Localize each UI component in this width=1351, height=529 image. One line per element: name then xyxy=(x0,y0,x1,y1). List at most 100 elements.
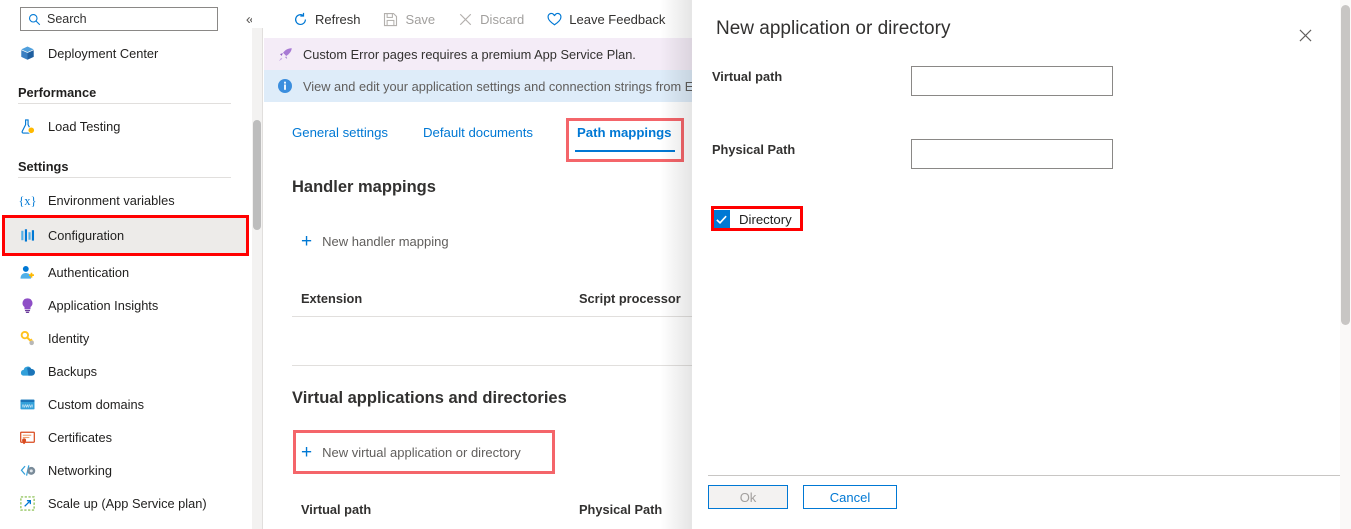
cancel-button[interactable]: Cancel xyxy=(803,485,897,509)
new-virtual-application-button[interactable]: + New virtual application or directory xyxy=(301,443,521,462)
save-icon xyxy=(383,11,399,27)
search-box[interactable]: Search xyxy=(20,7,218,31)
sidebar-item-label: Application Insights xyxy=(48,298,158,313)
sidebar-item-label: Load Testing xyxy=(48,119,120,134)
sidebar-header-performance: Performance xyxy=(18,85,96,100)
networking-icon xyxy=(18,461,36,479)
search-icon xyxy=(28,13,41,26)
authentication-icon xyxy=(18,263,36,281)
handler-mappings-title: Handler mappings xyxy=(292,178,436,197)
discard-icon xyxy=(457,11,473,27)
sidebar-item-deployment-center[interactable]: Deployment Center xyxy=(2,38,249,68)
column-header-extension: Extension xyxy=(301,291,362,306)
virtual-path-input[interactable] xyxy=(911,66,1113,96)
leave-feedback-button[interactable]: Leave Feedback xyxy=(546,0,665,38)
identity-icon xyxy=(18,329,36,347)
tab-general-settings[interactable]: General settings xyxy=(292,116,388,148)
save-label: Save xyxy=(406,12,436,27)
physical-path-input[interactable] xyxy=(911,139,1113,169)
virtual-apps-title: Virtual applications and directories xyxy=(292,389,567,408)
directory-checkbox-label: Directory xyxy=(739,212,792,227)
virtual-path-label: Virtual path xyxy=(712,69,782,84)
scale-up-icon xyxy=(18,494,36,512)
new-handler-mapping-label: New handler mapping xyxy=(322,234,448,249)
collapse-sidebar-icon[interactable]: « xyxy=(240,10,252,30)
column-header-virtual-path: Virtual path xyxy=(301,502,371,517)
sidebar-item-label: Certificates xyxy=(48,430,112,445)
sidebar-item-label: Identity xyxy=(48,331,89,346)
tab-default-documents[interactable]: Default documents xyxy=(423,116,533,148)
info-banner-text: View and edit your application settings … xyxy=(303,79,707,94)
left-sidebar: Search « Deployment Center Performance xyxy=(0,0,252,529)
sidebar-divider xyxy=(18,177,231,178)
column-header-physical-path: Physical Path xyxy=(579,502,662,517)
new-virtual-application-label: New virtual application or directory xyxy=(322,445,521,460)
sidebar-item-backups[interactable]: Backups xyxy=(2,356,249,386)
info-icon xyxy=(276,77,294,95)
leave-feedback-label: Leave Feedback xyxy=(569,12,665,27)
refresh-button[interactable]: Refresh xyxy=(292,0,361,38)
sidebar-item-label: Configuration xyxy=(48,228,124,243)
sidebar-item-label: Networking xyxy=(48,463,112,478)
tab-path-mappings[interactable]: Path mappings xyxy=(577,116,672,148)
sidebar-scrollbar-thumb[interactable] xyxy=(253,120,261,230)
discard-button[interactable]: Discard xyxy=(457,0,524,38)
heart-icon xyxy=(546,11,562,27)
search-input[interactable]: Search xyxy=(47,13,87,26)
dialog-title: New application or directory xyxy=(716,18,950,40)
sidebar-item-custom-domains[interactable]: www Custom domains xyxy=(2,389,249,419)
sidebar-item-application-insights[interactable]: Application Insights xyxy=(2,290,249,320)
certificates-icon xyxy=(18,428,36,446)
sidebar-item-identity[interactable]: Identity xyxy=(2,323,249,353)
refresh-icon xyxy=(292,11,308,27)
plus-icon: + xyxy=(301,443,312,462)
discard-label: Discard xyxy=(480,12,524,27)
sidebar-item-label: Deployment Center xyxy=(48,46,158,61)
deployment-center-icon xyxy=(18,44,36,62)
plus-icon: + xyxy=(301,232,312,251)
sidebar-item-configuration[interactable]: Configuration xyxy=(2,215,249,256)
directory-checkbox[interactable]: Directory xyxy=(712,206,792,232)
new-handler-mapping-button[interactable]: + New handler mapping xyxy=(301,232,449,251)
variables-icon: {x} xyxy=(18,191,36,209)
premium-banner-text: Custom Error pages requires a premium Ap… xyxy=(303,47,636,62)
sidebar-item-networking[interactable]: Networking xyxy=(2,455,249,485)
sidebar-item-label: Backups xyxy=(48,364,97,379)
sidebar-item-label: Custom domains xyxy=(48,397,144,412)
sidebar-item-label: Authentication xyxy=(48,265,129,280)
refresh-label: Refresh xyxy=(315,12,361,27)
new-application-dialog: New application or directory Virtual pat… xyxy=(692,0,1340,529)
sidebar-item-load-testing[interactable]: Load Testing xyxy=(2,111,249,141)
ok-button[interactable]: Ok xyxy=(708,485,788,509)
azure-portal-screen: Search « Deployment Center Performance xyxy=(0,0,1351,529)
sidebar-scrollbar-track[interactable] xyxy=(252,28,262,529)
sidebar-item-partial[interactable] xyxy=(2,521,249,529)
rocket-icon xyxy=(276,45,294,63)
sidebar-item-certificates[interactable]: Certificates xyxy=(2,422,249,452)
app-insights-icon xyxy=(18,296,36,314)
blade-shadow xyxy=(660,0,692,529)
physical-path-label: Physical Path xyxy=(712,142,795,157)
dialog-scrollbar-thumb[interactable] xyxy=(1341,5,1350,325)
tab-label: Default documents xyxy=(423,125,533,140)
save-button[interactable]: Save xyxy=(383,0,436,38)
sidebar-item-label: Environment variables xyxy=(48,193,175,208)
sidebar-item-environment-variables[interactable]: {x} Environment variables xyxy=(2,185,249,215)
sidebar-item-authentication[interactable]: Authentication xyxy=(2,257,249,287)
svg-text:www: www xyxy=(21,403,32,409)
backups-icon xyxy=(18,362,36,380)
tab-label: Path mappings xyxy=(577,125,672,140)
sidebar-item-scale-up[interactable]: Scale up (App Service plan) xyxy=(2,488,249,518)
configuration-icon xyxy=(18,227,36,245)
sidebar-divider xyxy=(18,103,231,104)
load-testing-icon xyxy=(18,117,36,135)
ok-button-label: Ok xyxy=(740,490,757,505)
sidebar-item-label: Scale up (App Service plan) xyxy=(48,496,207,511)
dialog-footer-divider xyxy=(708,475,1340,476)
cancel-button-label: Cancel xyxy=(830,490,870,505)
sidebar-header-settings: Settings xyxy=(18,159,68,174)
checkmark-icon xyxy=(712,210,730,228)
tab-label: General settings xyxy=(292,125,388,140)
close-icon[interactable] xyxy=(1292,22,1318,48)
custom-domains-icon: www xyxy=(18,395,36,413)
